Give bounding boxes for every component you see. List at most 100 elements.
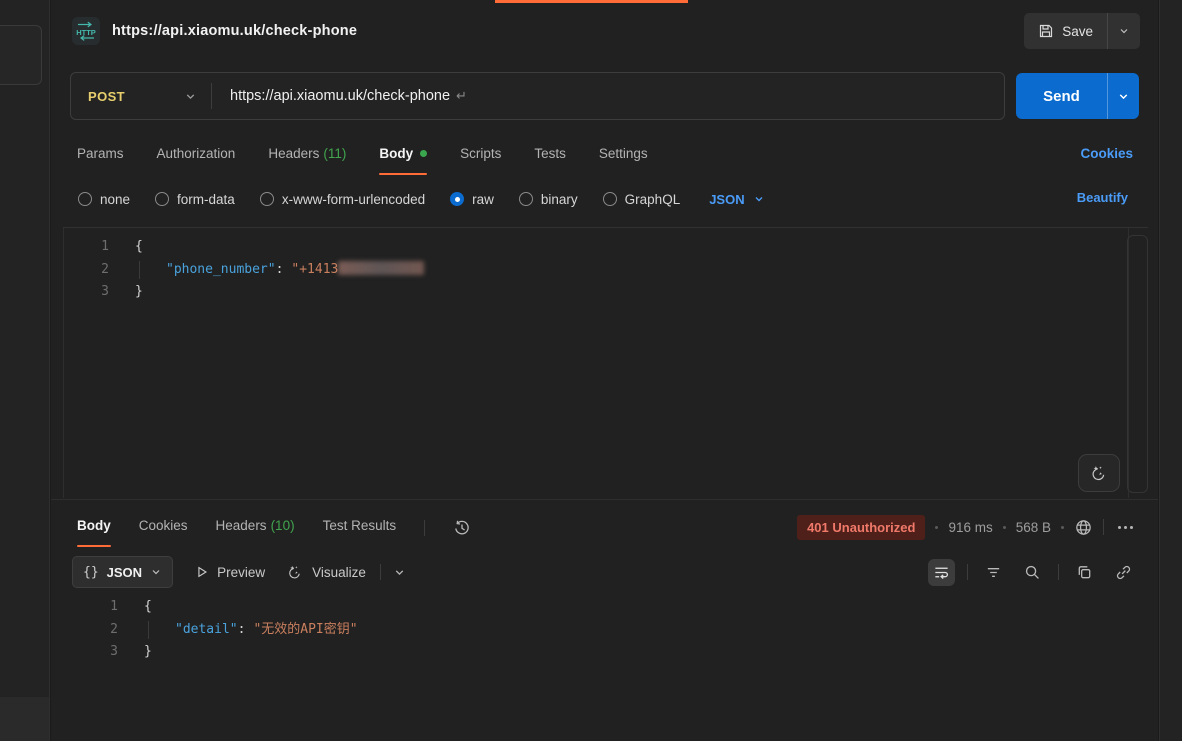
line-number: 3	[64, 281, 109, 304]
postbot-button[interactable]	[1078, 454, 1120, 492]
tab-headers[interactable]: Headers(11)	[268, 138, 346, 173]
response-toolbar: {} JSON Preview Visualize	[72, 556, 1137, 588]
headers-count: (10)	[271, 518, 295, 533]
preview-button[interactable]: Preview	[195, 565, 265, 580]
response-tab-test-results[interactable]: Test Results	[323, 510, 397, 545]
request-title: https://api.xiaomu.uk/check-phone	[112, 23, 357, 39]
editor-scrollbar-track[interactable]	[1127, 235, 1148, 493]
mode-form-data[interactable]: form-data	[155, 192, 235, 207]
active-tab-underline	[77, 545, 111, 547]
network-globe-icon[interactable]	[1074, 518, 1093, 537]
response-tab-body[interactable]: Body	[77, 510, 111, 545]
line-number: 3	[63, 641, 118, 664]
json-value: "无效的API密钥"	[253, 622, 357, 637]
sidebar-footer	[0, 697, 49, 741]
send-options-button[interactable]	[1107, 73, 1139, 119]
code-line: 3 }	[64, 281, 1128, 304]
wrap-text-button[interactable]	[928, 559, 955, 586]
save-button[interactable]: Save	[1024, 13, 1107, 49]
svg-text:HTTP: HTTP	[76, 28, 96, 37]
more-options-button[interactable]	[1114, 522, 1137, 533]
mode-raw[interactable]: raw	[450, 192, 494, 207]
chevron-down-icon[interactable]	[393, 566, 406, 579]
tab-tests[interactable]: Tests	[534, 138, 566, 173]
method-label: POST	[88, 89, 125, 104]
save-options-button[interactable]	[1107, 13, 1140, 49]
response-time[interactable]: 916 ms	[948, 520, 992, 535]
response-history-button[interactable]	[453, 519, 471, 537]
response-tab-cookies[interactable]: Cookies	[139, 510, 188, 545]
tab-body[interactable]: Body	[379, 138, 427, 173]
divider	[424, 520, 425, 536]
code-line: 1 {	[63, 596, 1148, 619]
mode-graphql[interactable]: GraphQL	[603, 192, 681, 207]
divider	[967, 564, 968, 580]
tab-params[interactable]: Params	[77, 138, 124, 173]
share-link-button[interactable]	[1110, 559, 1137, 586]
copy-response-button[interactable]	[1071, 559, 1098, 586]
beautify-link[interactable]: Beautify	[1077, 190, 1128, 205]
code-line: 2 "phone_number":"+1413	[64, 259, 1128, 282]
chevron-down-icon	[184, 90, 197, 103]
request-tabs: Params Authorization Headers(11) Body Sc…	[77, 138, 648, 172]
indent-guide	[148, 621, 149, 640]
request-body-code: 1 { 2 "phone_number":"+1413 3 }	[64, 228, 1128, 304]
tab-settings[interactable]: Settings	[599, 138, 648, 173]
response-tab-headers[interactable]: Headers(10)	[216, 510, 295, 545]
response-tabs: Body Cookies Headers(10) Test Results	[77, 510, 471, 545]
tab-scripts[interactable]: Scripts	[460, 138, 501, 173]
line-number: 2	[64, 259, 109, 282]
search-button[interactable]	[1019, 559, 1046, 586]
send-split-button: Send	[1016, 73, 1139, 119]
mode-binary[interactable]: binary	[519, 192, 578, 207]
radio-icon	[260, 192, 274, 206]
json-key: "phone_number"	[166, 262, 276, 277]
chevron-down-icon	[150, 566, 162, 578]
radio-icon	[155, 192, 169, 206]
wrap-text-icon	[933, 564, 950, 581]
send-button[interactable]: Send	[1016, 73, 1107, 119]
sparkle-circle-icon	[1090, 464, 1109, 483]
radio-icon	[603, 192, 617, 206]
headers-count: (11)	[323, 146, 346, 161]
save-button-label: Save	[1062, 24, 1093, 39]
divider	[1103, 519, 1104, 535]
url-input[interactable]: https://api.xiaomu.uk/check-phone↵	[212, 88, 1004, 104]
editor-panel: 1 { 2 "phone_number":"+1413 3 }	[63, 228, 1129, 498]
line-number: 2	[63, 619, 118, 642]
chevron-down-icon	[753, 193, 765, 205]
separator-dot	[1061, 526, 1064, 529]
line-number: 1	[64, 236, 109, 259]
sidebar-collapsed-stub[interactable]	[0, 25, 42, 85]
raw-language-selector[interactable]: JSON	[709, 192, 764, 207]
status-badge[interactable]: 401 Unauthorized	[797, 515, 925, 540]
body-modified-dot	[420, 150, 427, 157]
search-icon	[1024, 564, 1041, 581]
radio-checked-icon	[450, 192, 464, 206]
cookies-link[interactable]: Cookies	[1080, 146, 1133, 161]
request-header: HTTP https://api.xiaomu.uk/check-phone S…	[51, 0, 1158, 62]
mode-x-www-form-urlencoded[interactable]: x-www-form-urlencoded	[260, 192, 425, 207]
code-line: 3 }	[63, 641, 1148, 664]
save-icon	[1038, 23, 1054, 39]
request-response-divider[interactable]	[51, 499, 1158, 500]
request-workspace: HTTP https://api.xiaomu.uk/check-phone S…	[51, 0, 1158, 741]
response-body-editor[interactable]: 1 { 2 "detail":"无效的API密钥" 3 }	[63, 596, 1148, 664]
divider	[1058, 564, 1059, 580]
radio-icon	[78, 192, 92, 206]
filter-button[interactable]	[980, 559, 1007, 586]
enter-hint-glyph: ↵	[456, 88, 467, 103]
redacted-phone-value	[338, 261, 424, 275]
active-tab-underline	[379, 173, 427, 175]
response-size[interactable]: 568 B	[1016, 520, 1051, 535]
mode-none[interactable]: none	[78, 192, 130, 207]
visualize-button[interactable]: Visualize	[287, 564, 366, 581]
tab-authorization[interactable]: Authorization	[157, 138, 236, 173]
method-selector[interactable]: POST	[71, 89, 211, 104]
divider	[380, 564, 381, 580]
response-format-selector[interactable]: {} JSON	[72, 556, 173, 588]
body-mode-bar: none form-data x-www-form-urlencoded raw…	[78, 184, 765, 214]
left-sidebar-rail	[0, 0, 50, 741]
request-body-editor[interactable]: 1 { 2 "phone_number":"+1413 3 }	[63, 227, 1148, 498]
sparkle-circle-icon	[287, 564, 304, 581]
